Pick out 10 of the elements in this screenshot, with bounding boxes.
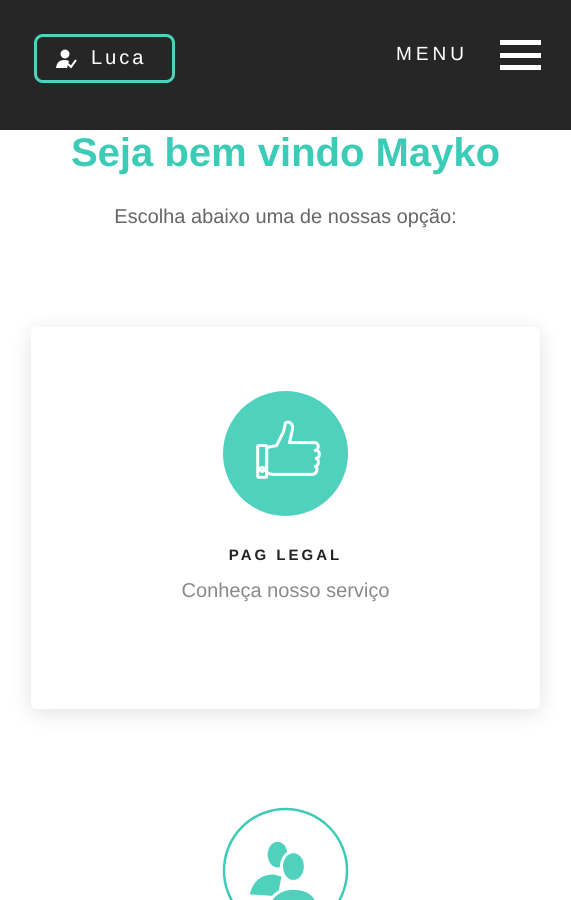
menu-button[interactable]: MENU bbox=[396, 44, 468, 66]
option-card[interactable]: PAG LEGAL Conheça nosso serviço bbox=[31, 327, 540, 709]
card-subtitle: Conheça nosso serviço bbox=[182, 580, 390, 603]
menu-icon[interactable] bbox=[500, 40, 541, 70]
thumbs-up-icon bbox=[222, 390, 349, 517]
user-button[interactable]: Luca bbox=[34, 34, 175, 83]
welcome-subtitle: Escolha abaixo uma de nossas opção: bbox=[113, 206, 458, 229]
user-check-icon bbox=[55, 48, 77, 70]
card-title: PAG LEGAL bbox=[228, 547, 342, 564]
welcome-title: Seja bem vindo Mayko bbox=[70, 130, 502, 176]
